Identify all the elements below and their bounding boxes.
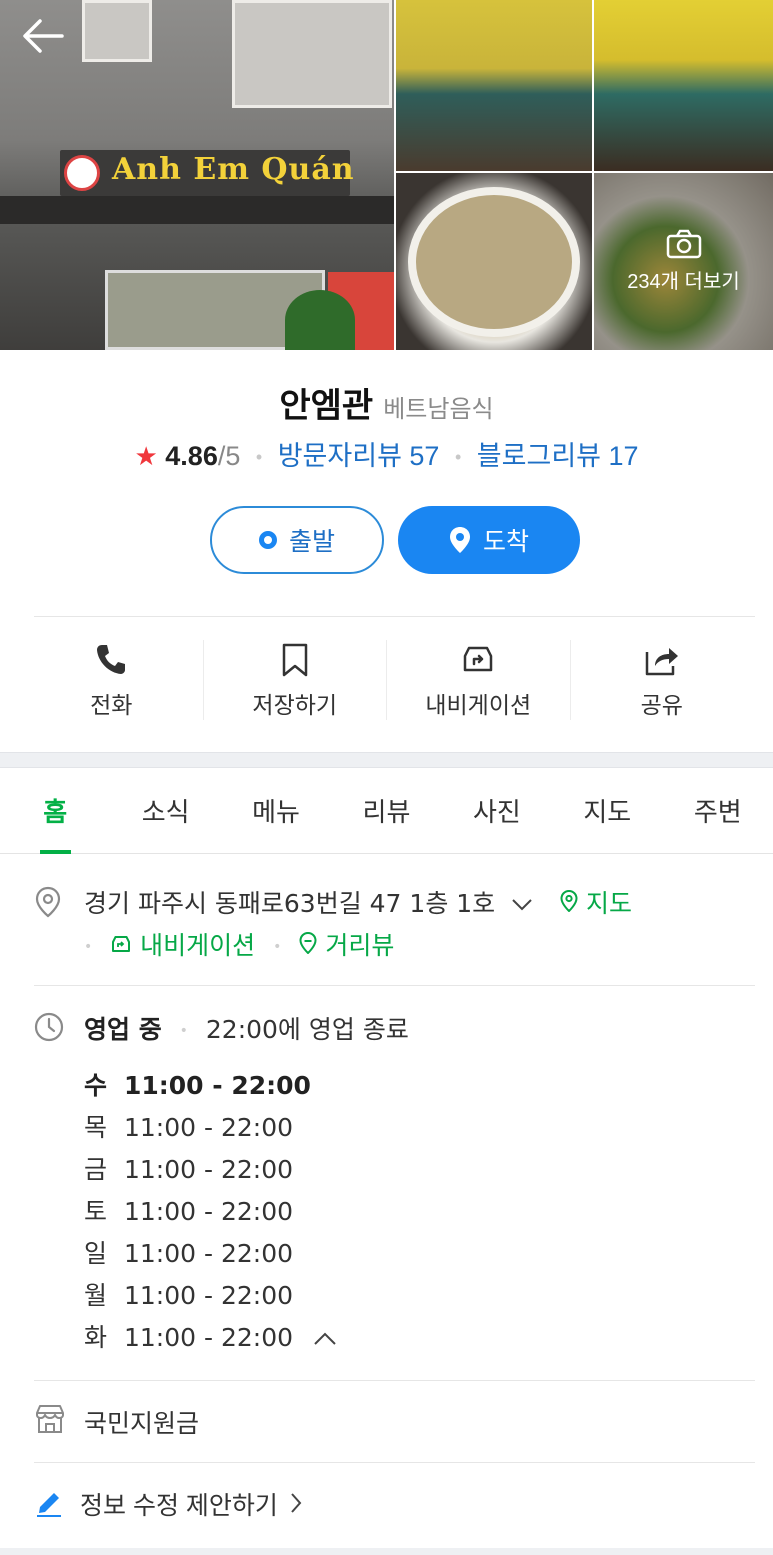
separator-dot: • bbox=[84, 939, 93, 955]
photo-gallery[interactable]: Anh Em Quán 234개 더보기 bbox=[0, 0, 773, 350]
separator-dot: • bbox=[273, 939, 282, 955]
share-icon bbox=[645, 648, 678, 676]
hours-row: 목 11:00 - 22:00 bbox=[84, 1113, 294, 1142]
map-pin-icon bbox=[449, 527, 470, 553]
back-button[interactable] bbox=[22, 18, 70, 62]
clock-icon bbox=[34, 1012, 64, 1042]
separator-dot: • bbox=[454, 447, 462, 468]
star-icon: ★ bbox=[134, 441, 158, 471]
camera-icon bbox=[666, 229, 701, 259]
start-route-label: 출발 bbox=[288, 528, 335, 556]
tab-home[interactable]: 홈 bbox=[0, 768, 110, 854]
tab-photos[interactable]: 사진 bbox=[442, 768, 552, 853]
address-text[interactable]: 경기 파주시 동패로63번길 47 1층 1호 bbox=[84, 884, 533, 920]
feature-label: 국민지원금 bbox=[84, 1410, 200, 1438]
place-category: 베트남음식 bbox=[383, 396, 494, 423]
hours-row: 화 11:00 - 22:00 bbox=[84, 1320, 337, 1362]
hours-list: 수 11:00 - 22:00 목 11:00 - 22:00 금 11:00 - 2… bbox=[84, 1068, 337, 1362]
chevron-right-icon bbox=[291, 1493, 302, 1513]
building-window bbox=[82, 0, 152, 62]
save-button[interactable]: 저장하기 bbox=[204, 640, 387, 720]
pho-bowl-photo[interactable] bbox=[396, 173, 592, 350]
rating-row: ★ 4.86/5 • 방문자리뷰 57 • 블로그리뷰 17 bbox=[0, 434, 773, 473]
address-links: • 내비게이션 • 거리뷰 bbox=[84, 926, 394, 962]
closing-info: 22:00에 영업 종료 bbox=[205, 1015, 409, 1044]
restaurant-logo bbox=[64, 155, 100, 191]
navigation-link-label: 내비게이션 bbox=[140, 931, 256, 960]
share-label: 공유 bbox=[640, 692, 683, 718]
hours-row: 토 11:00 - 22:00 bbox=[84, 1197, 294, 1226]
suggest-edit-label: 정보 수정 제안하기 bbox=[80, 1492, 278, 1520]
navigation-icon bbox=[464, 646, 493, 672]
street-view-link-label: 거리뷰 bbox=[325, 931, 395, 960]
interior-photo-1[interactable] bbox=[396, 0, 592, 171]
chevron-down-icon[interactable] bbox=[511, 898, 533, 912]
hours-row: 일 11:00 - 22:00 bbox=[84, 1239, 294, 1268]
save-label: 저장하기 bbox=[252, 692, 338, 718]
tab-bar: 홈 소식 메뉴 리뷰 사진 지도 주변 bbox=[0, 768, 773, 854]
divider bbox=[34, 985, 755, 986]
tab-reviews[interactable]: 리뷰 bbox=[331, 768, 441, 853]
share-button[interactable]: 공유 bbox=[571, 640, 754, 720]
hours-row: 수 11:00 - 22:00 bbox=[84, 1071, 311, 1100]
hours-row: 금 11:00 - 22:00 bbox=[84, 1155, 294, 1184]
tab-menu[interactable]: 메뉴 bbox=[221, 768, 331, 853]
visitor-reviews-link[interactable]: 방문자리뷰 57 bbox=[278, 441, 440, 471]
hours-row: 월 11:00 - 22:00 bbox=[84, 1281, 294, 1310]
location-pin-icon bbox=[35, 886, 61, 918]
hours-status[interactable]: 영업 중 • 22:00에 영업 종료 bbox=[84, 1010, 409, 1046]
blog-reviews-link[interactable]: 블로그리뷰 17 bbox=[477, 441, 639, 471]
store-icon bbox=[36, 1405, 64, 1433]
map-link-label: 지도 bbox=[585, 889, 632, 918]
street-view-link[interactable]: 거리뷰 bbox=[299, 931, 394, 960]
sign-text: Anh Em Quán bbox=[112, 152, 355, 187]
section-separator bbox=[0, 1548, 773, 1555]
separator-dot: • bbox=[179, 1023, 188, 1039]
more-photos-button[interactable]: 234개 더보기 bbox=[594, 173, 773, 350]
street-view-icon bbox=[299, 931, 317, 955]
arrive-route-label: 도착 bbox=[482, 528, 529, 556]
arrive-route-button[interactable]: 도착 bbox=[398, 506, 580, 574]
call-label: 전화 bbox=[90, 692, 133, 718]
bookmark-icon bbox=[282, 643, 307, 677]
suggest-edit-link[interactable]: 정보 수정 제안하기 bbox=[80, 1486, 303, 1522]
origin-dot-icon bbox=[258, 531, 277, 549]
tab-news[interactable]: 소식 bbox=[110, 768, 220, 853]
awning bbox=[0, 196, 394, 224]
tab-nearby[interactable]: 주변 bbox=[663, 768, 773, 853]
chevron-up-icon[interactable] bbox=[313, 1332, 337, 1346]
open-status: 영업 중 bbox=[84, 1015, 162, 1044]
more-photos-label: 234개 더보기 bbox=[627, 271, 740, 293]
arrow-left-icon bbox=[23, 19, 64, 53]
bowl bbox=[408, 187, 580, 337]
place-header: 안엠관 베트남음식 bbox=[0, 378, 773, 427]
navigation-label: 내비게이션 bbox=[425, 692, 532, 718]
map-link[interactable]: 지도 bbox=[560, 884, 632, 920]
phone-icon bbox=[97, 645, 126, 674]
call-button[interactable]: 전화 bbox=[20, 640, 204, 720]
start-route-button[interactable]: 출발 bbox=[210, 506, 384, 574]
navigation-button[interactable]: 내비게이션 bbox=[387, 640, 571, 720]
divider bbox=[34, 1380, 755, 1381]
map-pin-icon bbox=[560, 889, 578, 913]
divider bbox=[34, 1462, 755, 1463]
divider bbox=[34, 616, 755, 617]
rating-score: 4.86 bbox=[165, 441, 218, 471]
section-separator bbox=[0, 752, 773, 768]
interior-photo-2[interactable] bbox=[594, 0, 773, 171]
building-window bbox=[232, 0, 392, 108]
rating-max: /5 bbox=[217, 441, 241, 471]
plant bbox=[285, 290, 355, 350]
separator-dot: • bbox=[255, 447, 263, 468]
place-name: 안엠관 bbox=[279, 387, 374, 425]
address-value: 경기 파주시 동패로63번길 47 1층 1호 bbox=[84, 889, 496, 918]
tab-map[interactable]: 지도 bbox=[552, 768, 662, 853]
pencil-icon bbox=[37, 1493, 61, 1517]
navigation-link[interactable]: 내비게이션 bbox=[110, 931, 263, 960]
action-bar: 전화 저장하기 내비게이션 공유 bbox=[20, 640, 753, 720]
navigation-icon bbox=[112, 936, 131, 952]
